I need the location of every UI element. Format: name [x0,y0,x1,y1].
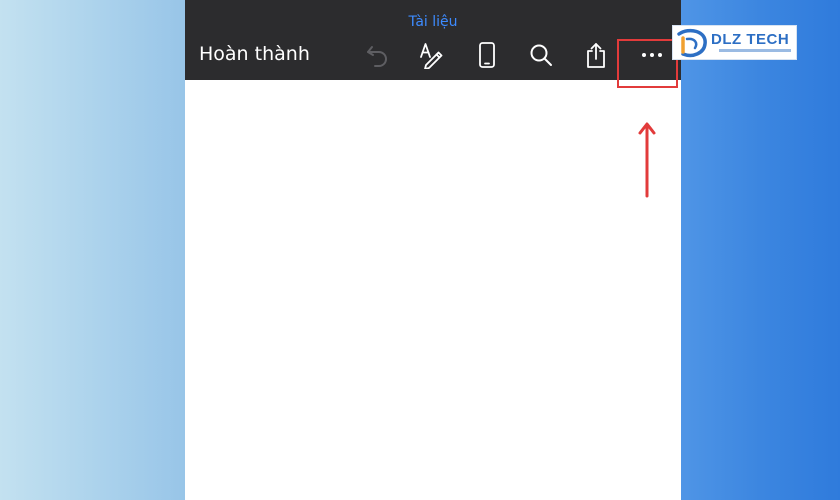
logo-tagline-mark [719,49,791,52]
dlz-logo-mark-icon [677,28,707,58]
logo-text: DLZ TECH [711,31,790,48]
markup-pen-icon [420,43,443,69]
share-icon [587,43,605,68]
share-button[interactable] [581,40,611,70]
dlz-tech-logo: DLZ TECH [672,25,797,60]
undo-icon [367,46,387,67]
phone-view-icon [479,42,495,68]
red-up-arrow-icon [638,122,656,198]
markup-button[interactable] [416,40,446,70]
phone-view-button[interactable] [472,40,502,70]
background-right-panel [681,0,840,500]
highlight-box [617,39,678,88]
done-button[interactable]: Hoàn thành [199,43,310,65]
document-title: Tài liệu [408,14,458,30]
search-icon [530,44,552,66]
background-left-panel [0,0,185,500]
search-button[interactable] [526,40,556,70]
document-screen: Tài liệu Hoàn thành [185,0,681,500]
top-toolbar: Tài liệu Hoàn thành [185,0,681,80]
undo-button[interactable] [363,40,393,70]
screenshot-stage: Tài liệu Hoàn thành DLZ TECH [0,0,840,500]
